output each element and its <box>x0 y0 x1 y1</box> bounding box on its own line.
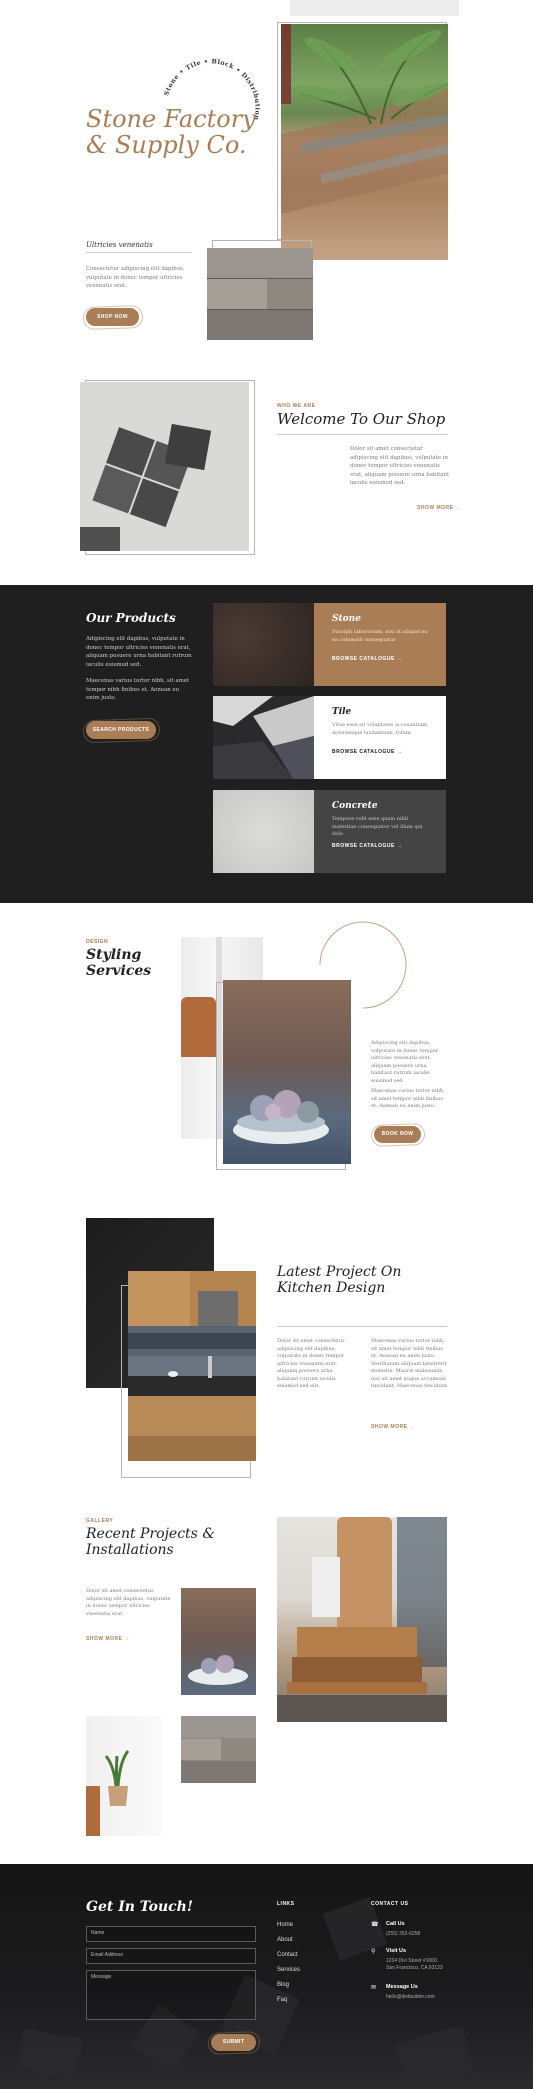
kitchen-divider <box>277 1326 447 1327</box>
footer: Get In Touch! Name Email Address Message… <box>0 1864 533 2089</box>
tile-card-image <box>213 696 314 779</box>
footer-link-about[interactable]: About <box>277 1937 293 1943</box>
gallery-stone-image[interactable] <box>181 1716 256 1783</box>
products-section: Our Products Adipiscing elit dapibus, vu… <box>0 585 533 903</box>
product-card-tile[interactable]: Tile Vitae esse sit voluptates accusanti… <box>213 696 446 779</box>
gallery-text: Dolor sit amet consectetur adipiscing el… <box>86 1588 171 1617</box>
stone-card-image <box>213 603 314 686</box>
location-pin-icon: ⚲ <box>371 1949 376 1955</box>
styling-eyebrow: DESIGN <box>86 939 109 945</box>
gallery-cutting-board-image[interactable] <box>277 1517 447 1722</box>
gallery-plant-image[interactable] <box>86 1716 161 1836</box>
cutting-board-illustration <box>277 1517 447 1722</box>
gallery-eyebrow: GALLERY <box>86 1518 114 1524</box>
browse-catalogue-link[interactable]: BROWSE CATALOGUE → <box>332 843 402 849</box>
welcome-divider <box>277 434 447 435</box>
succulent-illustration <box>233 1090 329 1144</box>
products-text2: Maecenas varius tortor nibh, sit amet te… <box>86 678 190 702</box>
kitchen-illustration <box>128 1271 256 1461</box>
footer-link-home[interactable]: Home <box>277 1922 293 1928</box>
kitchen-show-more-link[interactable]: SHOW MORE → <box>371 1424 415 1430</box>
links-heading: LINKS <box>277 1901 295 1907</box>
welcome-text: Dolor sit amet consectetur adipiscing el… <box>350 446 450 487</box>
product-card-concrete[interactable]: Concrete Tempore velit esse quam nihil m… <box>213 790 446 873</box>
shop-now-button[interactable]: SHOP NOW <box>86 308 139 326</box>
search-products-button[interactable]: SEARCH PRODUCTS <box>86 721 156 739</box>
hero-title: Stone Factory & Supply Co. <box>86 106 256 158</box>
products-text1: Adipiscing elit dapibus, vulputate in do… <box>86 636 192 668</box>
welcome-tiles-image <box>80 382 249 551</box>
styling-text2: Maecenas varius tortor nibh, sit amet te… <box>371 1088 445 1109</box>
concrete-card-image <box>213 790 314 873</box>
message-value[interactable]: hello@divibuilder.com <box>386 1994 435 2000</box>
card-text: Tempore velit esse quam nihil molestiae … <box>332 816 423 837</box>
kitchen-title-line2: Kitchen Design <box>277 1280 386 1296</box>
styling-text1: Adipiscing elit dapibus, vulputate in do… <box>371 1040 439 1084</box>
welcome-eyebrow: WHO WE ARE <box>277 403 316 409</box>
styling-succulent-image <box>223 980 351 1164</box>
gallery-title-line2: Installations <box>86 1542 174 1558</box>
hero-subheading: Ultricies venenatis <box>86 241 153 249</box>
stone-block-texture <box>207 248 313 340</box>
browse-catalogue-link[interactable]: BROWSE CATALOGUE → <box>332 749 402 755</box>
call-value[interactable]: (255) 352-6258 <box>386 1931 420 1937</box>
hero-bg-panel <box>290 0 459 16</box>
footer-title: Get In Touch! <box>86 1899 193 1915</box>
footer-link-services[interactable]: Services <box>277 1967 300 1973</box>
gallery-plant-illustration <box>86 1750 130 1836</box>
envelope-icon: ✉ <box>371 1985 377 1991</box>
phone-icon: ☎ <box>371 1922 379 1928</box>
call-label: Call Us <box>386 1921 405 1927</box>
visit-value: 1234 Divi Street #1000, San Francisco, C… <box>386 1958 443 1971</box>
book-now-button[interactable]: BOOK NOW <box>374 1126 421 1143</box>
hero-divider <box>86 252 192 253</box>
message-field[interactable]: Message <box>86 1970 256 2020</box>
kitchen-photo <box>128 1271 256 1461</box>
hero-plant-image <box>281 24 448 260</box>
submit-button[interactable]: SUBMIT <box>211 2034 256 2051</box>
styling-title-line1: Styling <box>86 947 142 963</box>
welcome-title: Welcome To Our Shop <box>277 410 446 428</box>
hero-text: Consectetur adipiscing elit dapibus, vul… <box>86 266 185 290</box>
card-title: Tile <box>332 707 352 717</box>
message-label: Message Us <box>386 1984 418 1990</box>
gallery-succulent-illustration <box>188 1655 248 1685</box>
card-title: Stone <box>332 614 361 624</box>
contact-heading: CONTACT US <box>371 1901 409 1907</box>
hero-title-line1: Stone Factory <box>86 105 256 133</box>
styling-title-line2: Services <box>86 963 152 979</box>
welcome-show-more-link[interactable]: SHOW MORE → <box>417 505 461 511</box>
tile-texture <box>213 696 314 779</box>
gallery-show-more-link[interactable]: SHOW MORE → <box>86 1636 130 1642</box>
name-field[interactable]: Name <box>86 1926 256 1942</box>
product-card-stone[interactable]: Stone Suscipit laboriosam, nisi ut aliqu… <box>213 603 446 686</box>
products-title: Our Products <box>86 611 176 625</box>
card-title: Concrete <box>332 801 378 811</box>
tiles-illustration <box>80 423 212 551</box>
footer-link-faq[interactable]: Faq <box>277 1997 287 2003</box>
footer-link-contact[interactable]: Contact <box>277 1952 298 1958</box>
gallery-succulent-image[interactable] <box>181 1588 256 1695</box>
kitchen-text-right: Maecenas varius tortor nibh, sit amet te… <box>371 1338 449 1389</box>
hero-stone-image <box>207 248 313 340</box>
kitchen-text-left: Dolor sit amet consectetur adipiscing el… <box>277 1338 345 1389</box>
email-field[interactable]: Email Address <box>86 1948 256 1964</box>
visit-label: Visit Us <box>386 1948 407 1954</box>
gallery-title-line1: Recent Projects & <box>86 1526 215 1542</box>
kitchen-title-line1: Latest Project On <box>277 1264 402 1280</box>
gallery-stone-texture <box>181 1716 256 1783</box>
card-text: Vitae esse sit voluptates accusantium do… <box>332 722 428 736</box>
fern-illustration <box>281 24 448 214</box>
footer-link-blog[interactable]: Blog <box>277 1982 289 1988</box>
hero-title-line2: & Supply Co. <box>86 131 247 159</box>
footer-background-tiles <box>16 1896 476 2089</box>
card-text: Suscipit laboriosam, nisi ut aliquid ex … <box>332 629 428 643</box>
browse-catalogue-link[interactable]: BROWSE CATALOGUE → <box>332 656 402 662</box>
